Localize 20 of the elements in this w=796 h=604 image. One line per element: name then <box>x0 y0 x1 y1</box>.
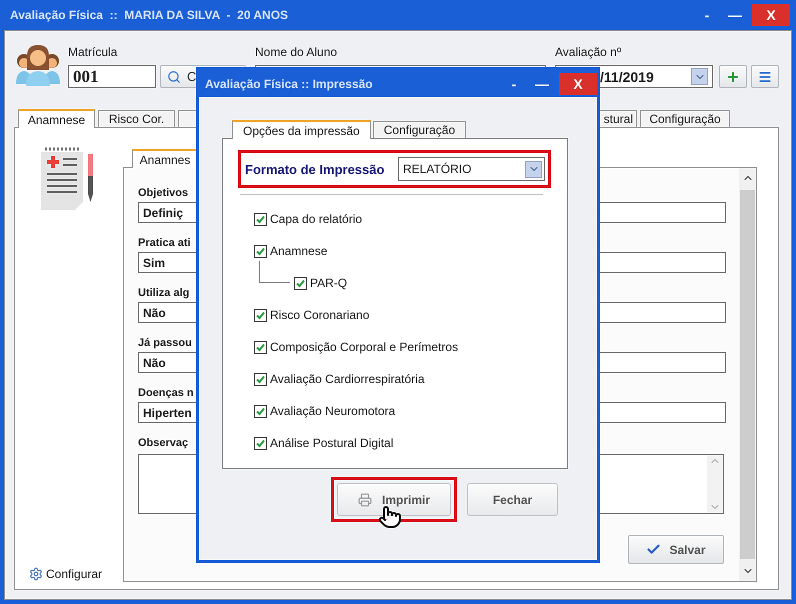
option-label: Avaliação Neuromotora <box>270 404 396 418</box>
format-label: Formato de Impressão <box>245 162 384 176</box>
field-label: Utiliza alg <box>138 287 190 299</box>
window-title: Avaliação Física :: MARIA DA SILVA - 20 ANOS <box>9 8 290 22</box>
field-label: Observaç <box>138 437 188 449</box>
field-label: Avaliação nº <box>555 45 622 59</box>
field-label: Pratica ati <box>138 237 191 249</box>
field-label: Objetivos <box>138 187 188 199</box>
field-label: Já passou <box>138 337 192 349</box>
dialog-title: Avaliação Física :: Impressão <box>204 76 374 90</box>
field-label: Matrícula <box>68 45 118 59</box>
option-label: Avaliação Cardiorrespiratória <box>270 372 425 386</box>
option-label: Anamnese <box>270 244 328 258</box>
option-label: Análise Postural Digital <box>270 436 394 450</box>
field-label: Doenças n <box>138 387 194 399</box>
option-label: PAR-Q <box>310 276 348 290</box>
option-label: Risco Coronariano <box>270 308 370 322</box>
option-label: Composição Corporal e Perímetros <box>270 340 458 354</box>
field-label: Nome do Aluno <box>255 45 338 59</box>
option-label: Capa do relatório <box>270 212 362 226</box>
